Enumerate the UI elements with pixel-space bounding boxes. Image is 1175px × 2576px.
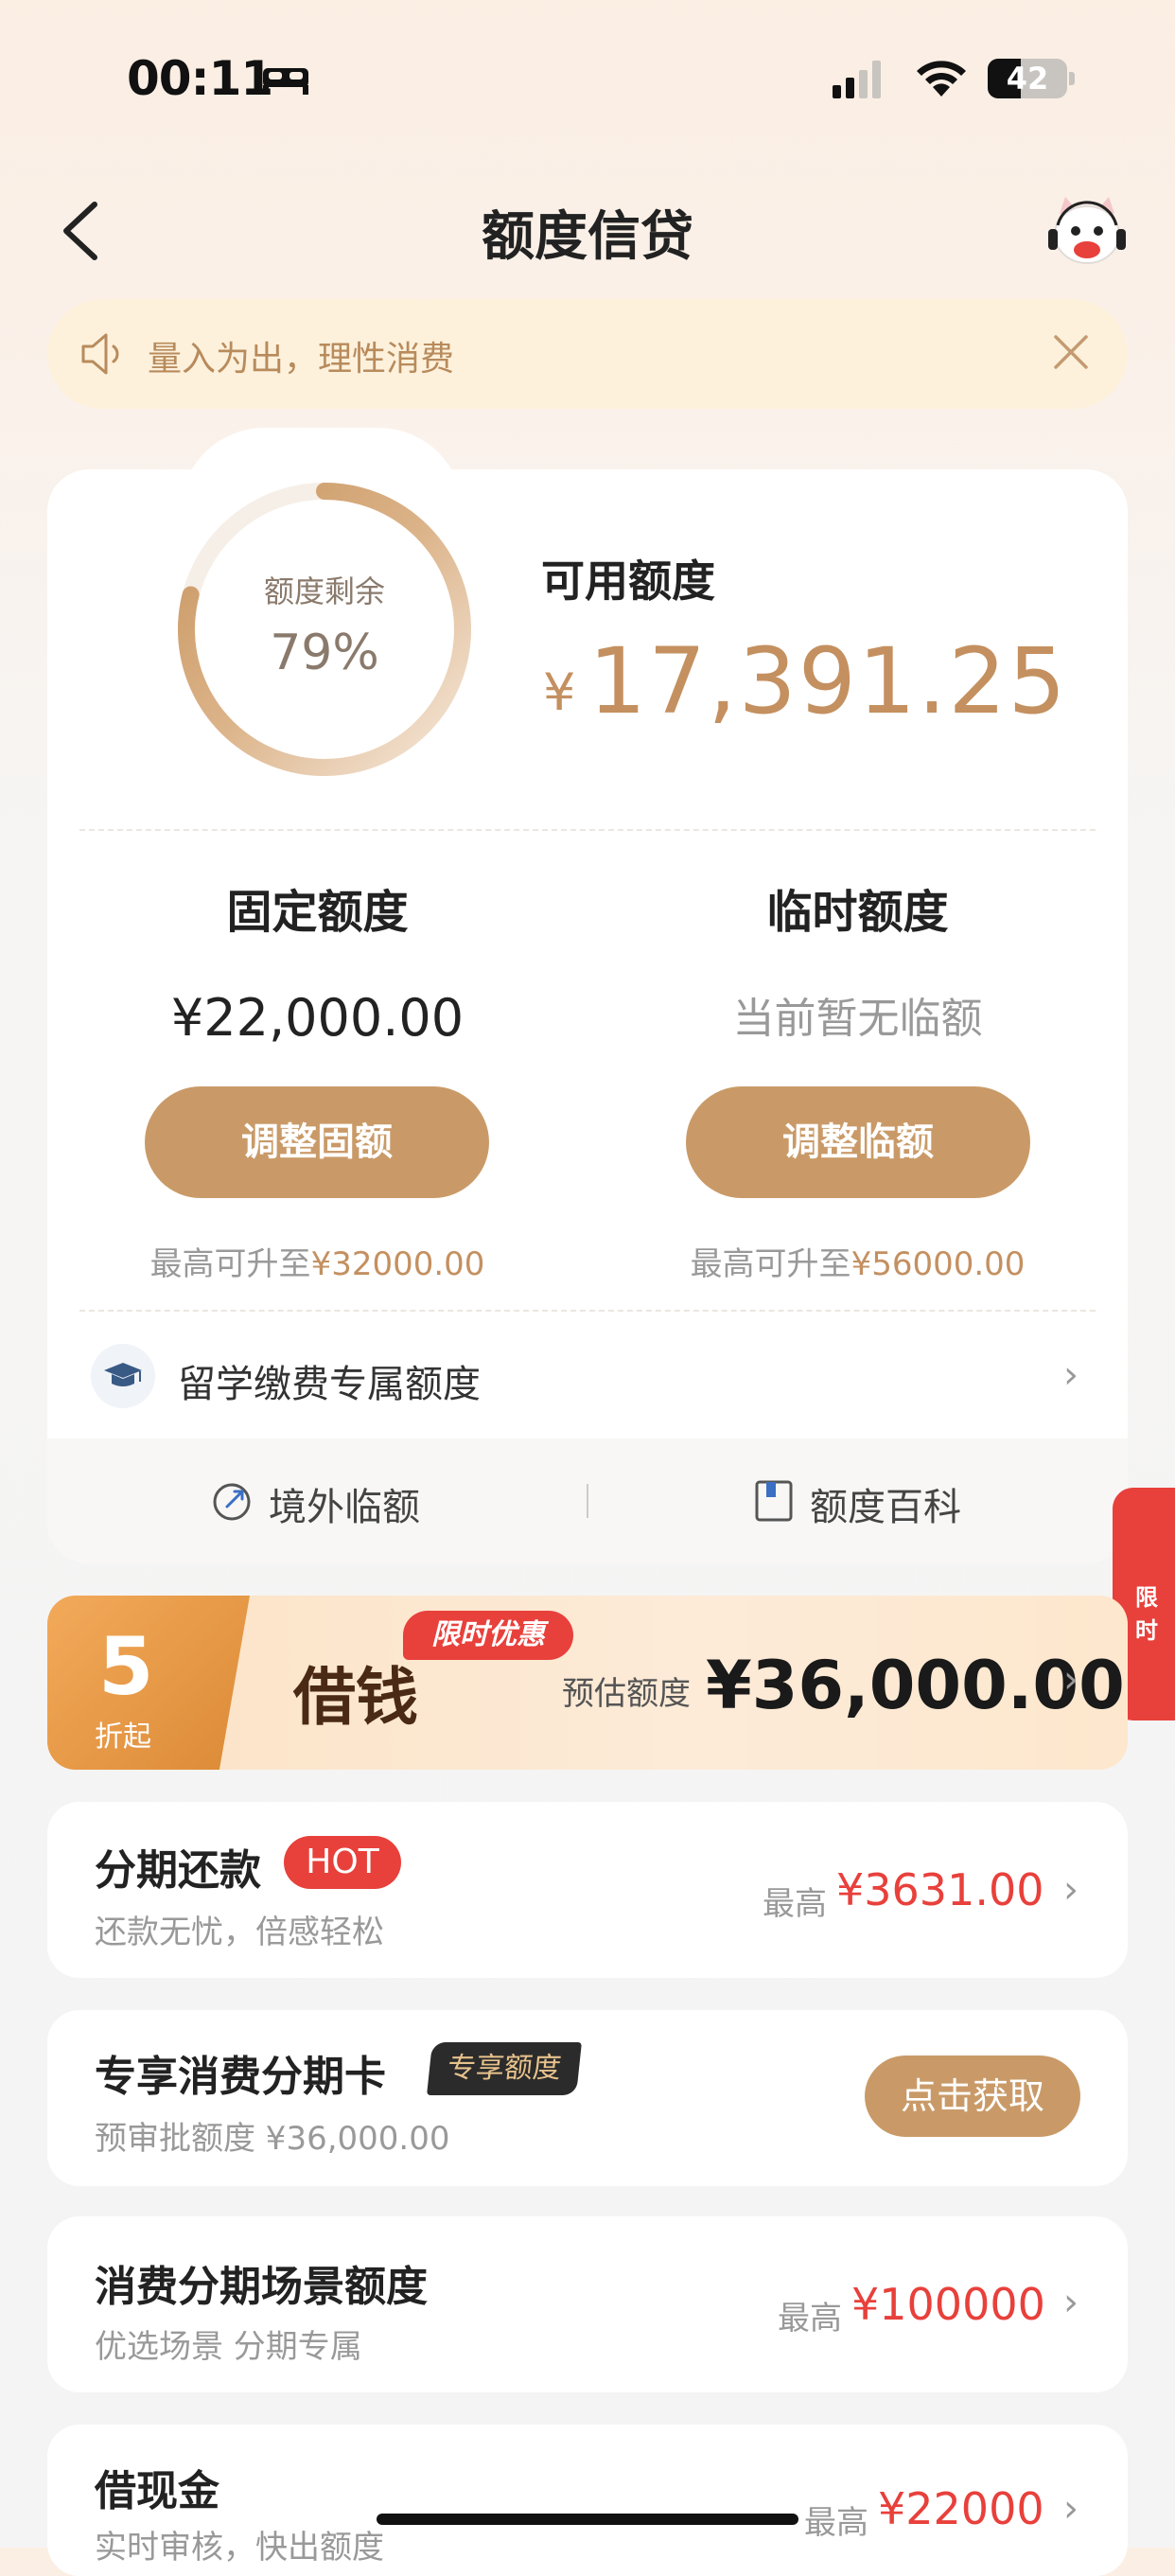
credit-wiki[interactable]: 额度百科 — [810, 1476, 961, 1531]
wifi-icon — [917, 61, 966, 97]
chevron-right-icon[interactable]: › — [1063, 1658, 1079, 1702]
page-title: 额度信贷 — [482, 206, 693, 268]
status-time: 00:11 — [127, 51, 273, 106]
scene-max-label: 最高 — [778, 2300, 842, 2338]
available-currency: ¥ — [543, 662, 576, 722]
notice-text: 量入为出，理性消费 — [148, 340, 455, 379]
limited-offer-tag: 限时优惠 — [403, 1611, 573, 1660]
battery-level: 42 — [1006, 61, 1049, 97]
exclusive-credit-tag: 专享额度 — [427, 2042, 582, 2095]
scene-amount: ¥100000 — [851, 2279, 1045, 2330]
divider — [79, 1310, 1096, 1312]
adjust-fixed-button[interactable]: 调整固额 — [145, 1086, 489, 1198]
cash-amount: ¥22000 — [878, 2483, 1044, 2534]
close-icon[interactable] — [1052, 333, 1090, 371]
bed-icon — [263, 68, 308, 95]
temp-credit-title: 临时额度 — [766, 886, 949, 939]
home-indicator — [377, 2514, 798, 2525]
ring-percent: 79% — [270, 625, 379, 681]
discount-text: 折起 — [95, 1720, 151, 1754]
ring-label: 额度剩余 — [263, 573, 385, 609]
scene-sub: 优选场景 分期专属 — [95, 2328, 362, 2366]
estimate-amount: ¥36,000.00 — [706, 1647, 1125, 1724]
plane-clock-icon — [213, 1483, 251, 1521]
chevron-right-icon[interactable]: › — [1063, 1353, 1079, 1397]
installment-title: 分期还款 — [95, 1846, 261, 1895]
cash-title: 借现金 — [95, 2467, 219, 2515]
fixed-credit-title: 固定额度 — [226, 886, 409, 939]
battery-icon: 42 — [988, 59, 1067, 98]
get-now-button[interactable]: 点击获取 — [865, 2056, 1080, 2137]
book-icon — [755, 1480, 793, 1522]
speaker-icon — [81, 333, 119, 375]
cash-max-label: 最高 — [804, 2504, 868, 2542]
fixed-max-line: 最高可升至¥32000.00 — [149, 1245, 485, 1283]
assistant-mascot-icon[interactable] — [1046, 193, 1128, 269]
scene-title: 消费分期场景额度 — [95, 2263, 428, 2311]
available-amount: 17,391.25 — [588, 628, 1068, 734]
discount-number: 5 — [98, 1620, 154, 1713]
study-abroad-credit[interactable]: 留学缴费专属额度 — [178, 1353, 481, 1408]
battery-cap — [1069, 72, 1075, 85]
chevron-right-icon[interactable]: › — [1063, 1868, 1079, 1912]
overseas-temp-credit[interactable]: 境外临额 — [269, 1476, 420, 1531]
installment-sub: 还款无忧，倍感轻松 — [95, 1914, 384, 1951]
available-label: 可用额度 — [541, 556, 715, 607]
temp-max-value: ¥56000.00 — [851, 1245, 1026, 1283]
temp-credit-value: 当前暂无临额 — [732, 995, 983, 1043]
chevron-right-icon[interactable]: › — [1063, 2281, 1079, 2324]
installment-max-label: 最高 — [763, 1885, 827, 1923]
notice-bar: 量入为出，理性消费 — [47, 299, 1128, 409]
cash-sub: 实时审核，快出额度 — [95, 2529, 384, 2567]
hot-badge: HOT — [284, 1836, 401, 1889]
footer-divider — [587, 1484, 588, 1518]
exclusive-card-sub: 预审批额度 ¥36,000.00 — [95, 2120, 450, 2158]
estimate-label: 预估额度 — [562, 1675, 691, 1713]
adjust-temp-button[interactable]: 调整临额 — [686, 1086, 1030, 1198]
graduation-cap-icon — [91, 1344, 155, 1408]
temp-max-line: 最高可升至¥56000.00 — [690, 1245, 1026, 1283]
installment-amount: ¥3631.00 — [836, 1864, 1044, 1915]
exclusive-card-title: 专享消费分期卡 — [95, 2053, 386, 2101]
fixed-max-value: ¥32000.00 — [310, 1245, 485, 1283]
divider — [79, 829, 1096, 831]
cellular-signal-icon — [833, 59, 889, 98]
borrow-title: 借钱 — [293, 1660, 418, 1734]
chevron-right-icon[interactable]: › — [1063, 2487, 1079, 2531]
